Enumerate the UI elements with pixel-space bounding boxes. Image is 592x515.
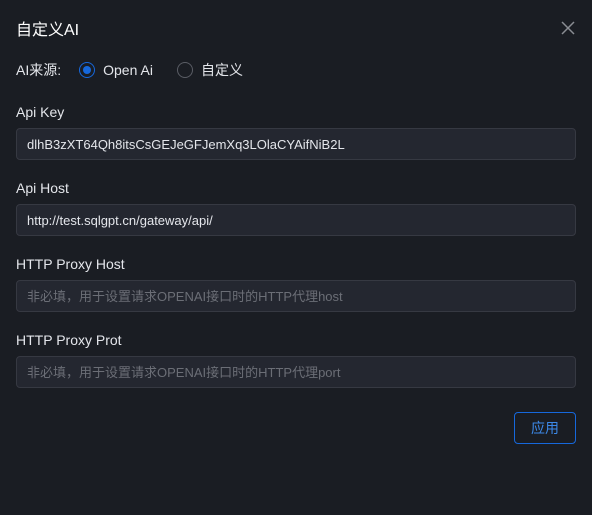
radio-label: Open Ai <box>103 62 153 78</box>
http-proxy-host-input[interactable] <box>16 280 576 312</box>
http-proxy-port-input[interactable] <box>16 356 576 388</box>
modal-footer: 应用 <box>16 412 576 444</box>
ai-source-radio-group: Open Ai 自定义 <box>79 60 243 80</box>
radio-label: 自定义 <box>201 60 243 80</box>
radio-custom[interactable]: 自定义 <box>177 60 243 80</box>
modal-header: 自定义AI <box>16 16 576 40</box>
apply-button[interactable]: 应用 <box>514 412 576 444</box>
close-icon[interactable] <box>560 20 576 36</box>
http-proxy-host-group: HTTP Proxy Host <box>16 256 576 312</box>
api-key-input[interactable] <box>16 128 576 160</box>
ai-source-row: AI来源: Open Ai 自定义 <box>16 60 576 80</box>
http-proxy-port-group: HTTP Proxy Prot <box>16 332 576 388</box>
api-host-label: Api Host <box>16 180 576 196</box>
api-key-label: Api Key <box>16 104 576 120</box>
ai-source-label: AI来源: <box>16 60 61 80</box>
modal-title: 自定义AI <box>16 16 79 40</box>
api-key-group: Api Key <box>16 104 576 160</box>
api-host-group: Api Host <box>16 180 576 236</box>
radio-openai[interactable]: Open Ai <box>79 60 153 80</box>
http-proxy-port-label: HTTP Proxy Prot <box>16 332 576 348</box>
api-host-input[interactable] <box>16 204 576 236</box>
custom-ai-modal: 自定义AI AI来源: Open Ai 自定义 Api Key Api Host <box>0 0 592 515</box>
radio-circle-icon <box>79 62 95 78</box>
radio-circle-icon <box>177 62 193 78</box>
http-proxy-host-label: HTTP Proxy Host <box>16 256 576 272</box>
